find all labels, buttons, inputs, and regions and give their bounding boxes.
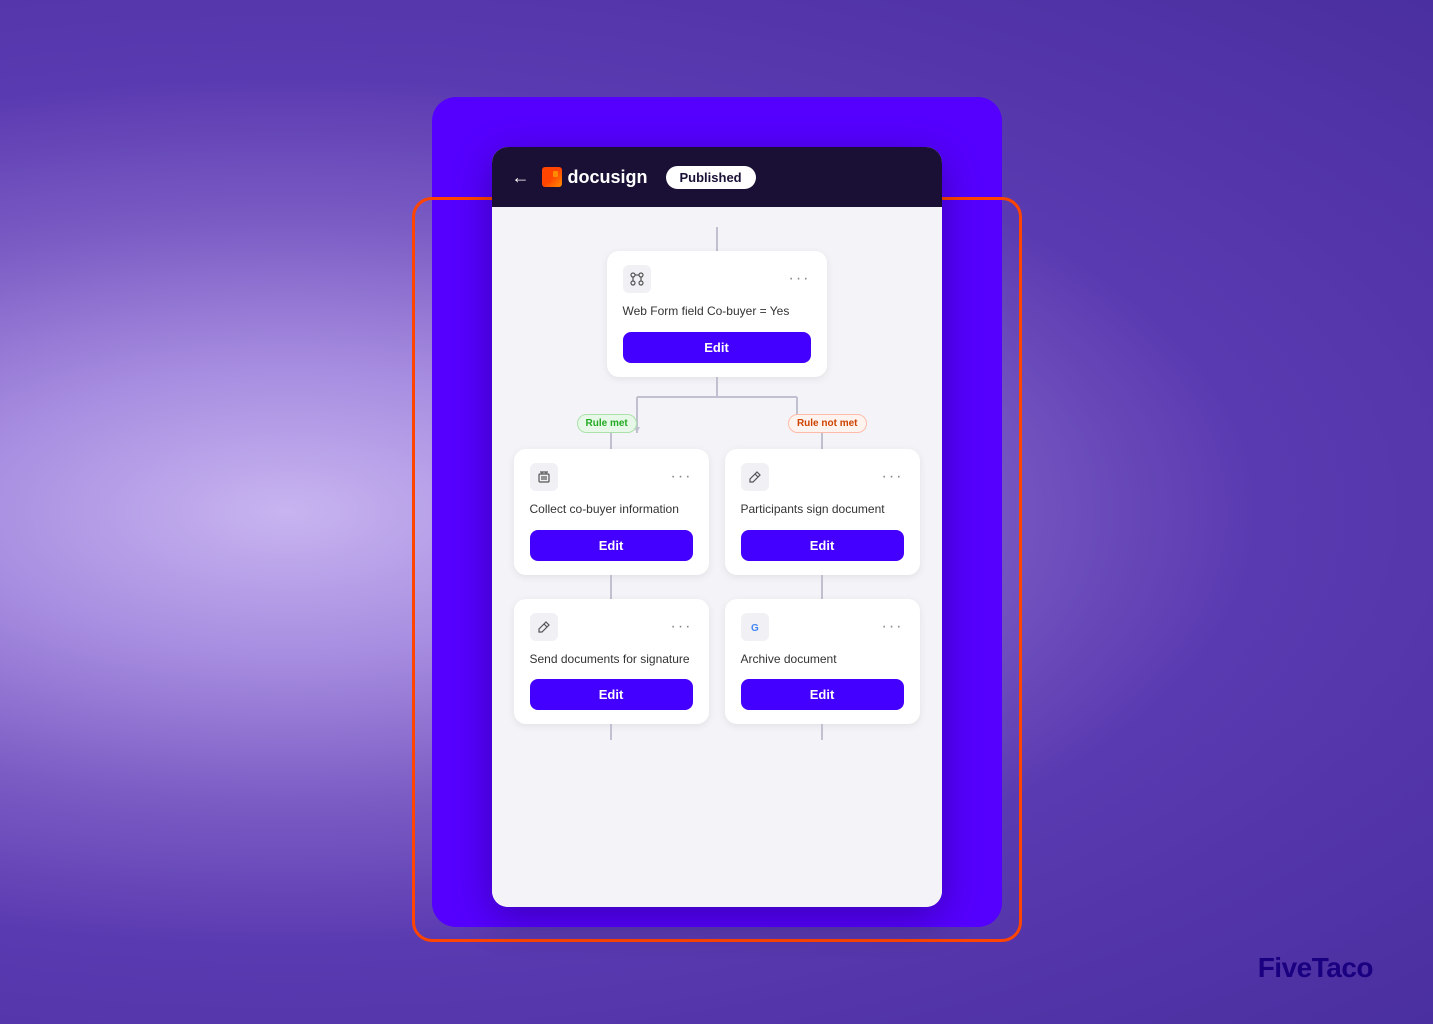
branch-row-2: ··· Send documents for signature Edit [507,599,927,741]
condition-label: Web Form field Co-buyer = Yes [623,303,811,320]
condition-edit-button[interactable]: Edit [623,332,811,363]
condition-card: ··· Web Form field Co-buyer = Yes Edit [607,251,827,377]
archive-doc-edit-button[interactable]: Edit [741,679,904,710]
main-card: ← docusign Published [492,147,942,907]
participants-sign-edit-button[interactable]: Edit [741,530,904,561]
archive-document-card: G ··· Archive document Edit [725,599,920,725]
right-top-connector [821,433,823,449]
condition-icon [623,265,651,293]
left-branch: ··· Collect co-buyer information Edit [514,433,709,599]
collect-more-button[interactable]: ··· [671,468,693,486]
rule-met-badge: Rule met [577,413,637,433]
pen-icon-2 [530,613,558,641]
collect-cobuyer-edit-button[interactable]: Edit [530,530,693,561]
right-branch-2: G ··· Archive document Edit [725,599,920,741]
branch-row-1: ··· Collect co-buyer information Edit [507,433,927,599]
collect-cobuyer-label: Collect co-buyer information [530,501,693,518]
outer-card: ← docusign Published [432,97,1002,927]
fivetaco-brand: FiveTaco [1258,952,1373,984]
svg-text:G: G [751,623,759,634]
top-connector [716,227,718,251]
status-badge: Published [666,166,756,189]
left-top-connector [610,433,612,449]
docusign-logo: docusign [542,167,648,188]
collect-cobuyer-card: ··· Collect co-buyer information Edit [514,449,709,575]
participants-sign-card: ··· Participants sign document Edit [725,449,920,575]
fork-connector: Rule met Rule not met [557,377,877,433]
rule-not-met-badge: Rule not met [788,413,867,433]
flow-canvas: ··· Web Form field Co-buyer = Yes Edit [492,207,942,907]
participants-sign-label: Participants sign document [741,501,904,518]
back-button[interactable]: ← [512,167,530,188]
condition-more-button[interactable]: ··· [789,270,811,288]
archive-doc-label: Archive document [741,651,904,668]
send-docs-more-button[interactable]: ··· [671,618,693,636]
google-icon: G [741,613,769,641]
archive-more-button[interactable]: ··· [882,618,904,636]
right-branch: ··· Participants sign document Edit [725,433,920,599]
send-docs-label: Send documents for signature [530,651,693,668]
left-branch-2: ··· Send documents for signature Edit [514,599,709,741]
app-name: docusign [568,167,648,188]
right-mid-connector [821,575,823,599]
left-bottom-connector [610,724,612,740]
right-bottom-connector [821,724,823,740]
trash-icon [530,463,558,491]
send-documents-card: ··· Send documents for signature Edit [514,599,709,725]
pen-icon-1 [741,463,769,491]
app-header: ← docusign Published [492,147,942,207]
left-mid-connector [610,575,612,599]
docusign-icon [542,167,562,187]
send-docs-edit-button[interactable]: Edit [530,679,693,710]
participants-more-button[interactable]: ··· [882,468,904,486]
